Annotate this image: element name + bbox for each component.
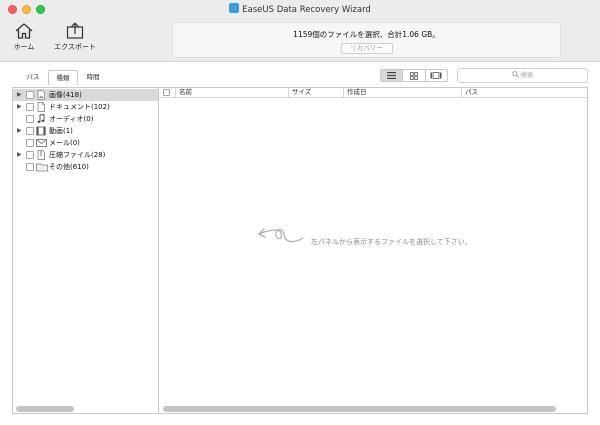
- tree-item-documents[interactable]: ▶ ドキュメント(102): [13, 101, 158, 113]
- grid-view-icon: [410, 71, 418, 80]
- tree-item-label: メール(0): [49, 139, 80, 147]
- sidebar-horizontal-scrollbar[interactable]: [16, 406, 74, 412]
- app-logo-icon: [229, 3, 240, 13]
- select-all-checkbox[interactable]: [163, 89, 170, 96]
- selection-summary: 1159個のファイルを選択、合計1.06 GB。: [293, 30, 440, 39]
- tree-item-label: ドキュメント(102): [49, 103, 110, 111]
- home-icon: [15, 23, 33, 39]
- file-list-horizontal-scrollbar[interactable]: [163, 406, 556, 412]
- file-type-tree: ▶ 画像(418) ▶ ドキュメント(102) オーディオ(0) ▶ 動画(1)…: [12, 87, 159, 414]
- tree-item-audio[interactable]: オーディオ(0): [13, 113, 158, 125]
- title-bar: EaseUS Data Recovery Wizard: [0, 0, 600, 18]
- window-title: EaseUS Data Recovery Wizard: [242, 5, 371, 15]
- file-list-header: 名前 サイズ 作成日 パス: [159, 88, 587, 98]
- disclosure-triangle-icon[interactable]: ▶: [17, 125, 22, 137]
- home-button-label: ホーム: [13, 43, 35, 51]
- list-view-icon: [387, 72, 397, 79]
- tree-item-archives[interactable]: ▶ 圧縮ファイル(28): [13, 149, 158, 161]
- view-mode-switcher: [380, 69, 448, 82]
- column-header-created[interactable]: 作成日: [343, 88, 461, 97]
- search-field[interactable]: 検索: [457, 68, 588, 83]
- preview-view-icon: [430, 72, 442, 79]
- document-icon: [37, 102, 45, 112]
- tab-time[interactable]: 時間: [80, 70, 106, 85]
- tree-item-videos[interactable]: ▶ 動画(1): [13, 125, 158, 137]
- disclosure-triangle-icon[interactable]: ▶: [17, 149, 22, 161]
- empty-state-hint: 左パネルから表示するファイルを選択して下さい。: [255, 222, 575, 252]
- tab-path[interactable]: パス: [20, 70, 46, 85]
- tree-item-label: 画像(418): [49, 91, 82, 99]
- tree-item-checkbox[interactable]: [26, 163, 34, 171]
- film-icon: [36, 126, 46, 136]
- column-header-size[interactable]: サイズ: [288, 88, 343, 97]
- selection-status-panel: 1159個のファイルを選択、合計1.06 GB。 リカバリー: [172, 22, 561, 58]
- search-placeholder: 検索: [520, 71, 534, 79]
- music-note-icon: [37, 114, 45, 123]
- column-header-path[interactable]: パス: [461, 88, 587, 97]
- tree-item-images[interactable]: ▶ 画像(418): [13, 89, 158, 101]
- recover-button[interactable]: リカバリー: [340, 43, 393, 54]
- export-button-label: エクスポート: [54, 43, 96, 51]
- tree-item-checkbox[interactable]: [26, 103, 34, 111]
- archive-icon: [37, 150, 45, 160]
- disclosure-triangle-icon[interactable]: ▶: [17, 89, 22, 101]
- window-title-group: EaseUS Data Recovery Wizard: [0, 3, 600, 15]
- tree-item-checkbox[interactable]: [26, 139, 34, 147]
- tree-item-label: 圧縮ファイル(28): [49, 151, 106, 159]
- export-button[interactable]: エクスポート: [50, 22, 100, 58]
- column-header-name[interactable]: 名前: [175, 88, 288, 97]
- list-view-button[interactable]: [381, 70, 404, 81]
- tab-type[interactable]: 種類: [48, 70, 78, 85]
- tree-item-other[interactable]: その他(610): [13, 161, 158, 173]
- disclosure-triangle-icon[interactable]: ▶: [17, 101, 22, 113]
- home-button[interactable]: ホーム: [1, 22, 47, 58]
- preview-view-button[interactable]: [426, 70, 447, 81]
- curved-arrow-left-icon: [258, 228, 304, 243]
- search-icon: [511, 71, 519, 78]
- tree-item-checkbox[interactable]: [26, 127, 34, 135]
- tree-item-label: オーディオ(0): [49, 115, 94, 123]
- image-file-icon: [37, 90, 45, 100]
- tree-item-checkbox[interactable]: [26, 115, 34, 123]
- tree-item-label: 動画(1): [49, 127, 73, 135]
- mail-icon: [36, 139, 47, 147]
- tree-item-label: その他(610): [49, 163, 89, 171]
- tree-item-checkbox[interactable]: [26, 91, 34, 99]
- export-icon: [66, 22, 84, 39]
- empty-state-message: 左パネルから表示するファイルを選択して下さい。: [311, 238, 472, 246]
- file-list-panel: 名前 サイズ 作成日 パス 左パネルから表示するファイルを選択して下さい。: [159, 87, 588, 414]
- grid-view-button[interactable]: [403, 70, 426, 81]
- tree-item-checkbox[interactable]: [26, 151, 34, 159]
- tree-item-mail[interactable]: メール(0): [13, 137, 158, 149]
- folder-icon: [36, 163, 48, 172]
